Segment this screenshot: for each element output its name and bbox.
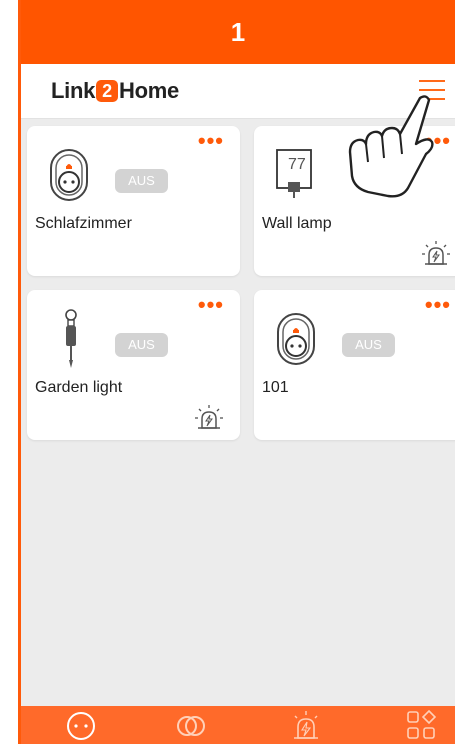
app-frame: 1 Link 2 Home ••• AUS Schlafzimmer ••• 7… — [18, 0, 455, 744]
card-menu-button[interactable]: ••• — [425, 130, 451, 152]
device-card-101[interactable]: ••• AUS 101 — [254, 290, 455, 440]
card-menu-button[interactable]: ••• — [198, 294, 224, 316]
card-menu-button[interactable]: ••• — [198, 130, 224, 152]
status-badge: AUS — [115, 333, 168, 357]
device-name: Wall lamp — [262, 215, 332, 232]
device-name: 101 — [262, 379, 289, 396]
device-card-wall-lamp[interactable]: ••• 77 Wall lamp — [254, 126, 455, 276]
status-badge: AUS — [342, 333, 395, 357]
hamburger-menu-icon[interactable] — [419, 78, 449, 104]
card-menu-button[interactable]: ••• — [425, 294, 451, 316]
device-card-schlafzimmer[interactable]: ••• AUS Schlafzimmer — [27, 126, 240, 276]
bottom-nav — [21, 706, 455, 744]
device-card-garden-light[interactable]: ••• AUS Garden light — [27, 290, 240, 440]
link-rings-icon[interactable] — [171, 710, 211, 742]
socket-icon — [277, 313, 315, 365]
garden-light-icon — [65, 309, 77, 368]
status-badge: AUS — [115, 169, 168, 193]
step-banner: 1 — [21, 0, 455, 64]
thermostat-display: 77 — [288, 156, 306, 173]
socket-icon — [50, 149, 88, 201]
device-name: Garden light — [35, 379, 123, 396]
home-dots-icon[interactable] — [61, 710, 101, 742]
logo-suffix: Home — [119, 78, 179, 103]
device-name: Schlafzimmer — [35, 215, 132, 232]
step-number: 1 — [230, 16, 246, 47]
logo-number: 2 — [96, 80, 119, 102]
alarm-icon — [422, 241, 450, 265]
app-logo: Link 2 Home — [51, 78, 179, 104]
grid-apps-icon[interactable] — [401, 710, 441, 742]
logo-prefix: Link — [51, 78, 96, 103]
alarm-icon[interactable] — [286, 710, 326, 742]
alarm-icon — [195, 405, 223, 429]
app-header: Link 2 Home — [21, 64, 455, 119]
